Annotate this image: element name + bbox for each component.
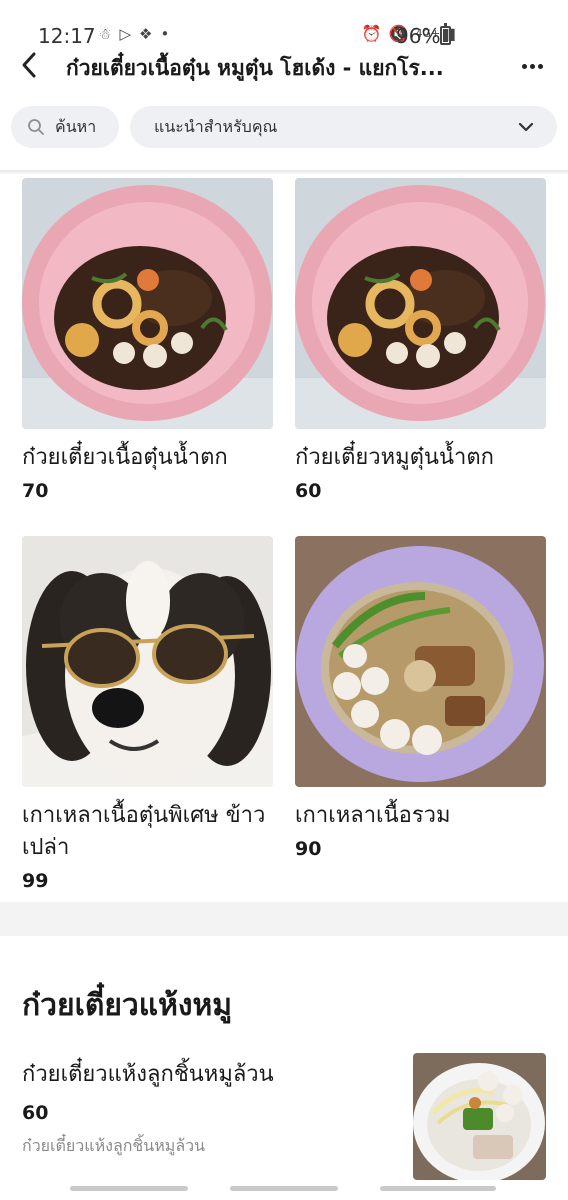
noodle-bowl-image <box>295 178 546 429</box>
nav-gesture-handle[interactable] <box>380 1186 496 1191</box>
menu-item-price: 60 <box>295 480 322 502</box>
soup-bowl-image <box>295 536 546 787</box>
list-item-name: ก๋วยเตี๋ยวแห้งลูกชิ้นหมูล้วน <box>22 1062 274 1087</box>
notification-icon: ☃ <box>98 25 112 43</box>
section-title: ก๋วยเตี๋ยวแห้งหมู <box>22 988 233 1023</box>
menu-item-price: 90 <box>295 838 322 860</box>
status-notification-icons: ☃ ▷ ❖ • <box>98 25 169 43</box>
alarm-icon: ⏰ <box>361 24 382 43</box>
noodle-bowl-image <box>22 178 273 429</box>
menu-photo-boat-noodle <box>295 178 546 429</box>
back-button[interactable] <box>14 46 46 84</box>
menu-item-name: ก๋วยเตี๋ยวหมูตุ๋นน้ำตก <box>295 445 494 470</box>
menu-card[interactable]: ก๋วยเตี๋ยวเนื้อตุ๋นน้ำตก 70 <box>22 178 273 502</box>
dot-icon: • <box>160 25 170 43</box>
chevron-down-icon <box>518 122 534 132</box>
filter-bar: ค้นหา แนะนำสำหรับคุณ <box>0 104 568 150</box>
back-arrow-icon <box>22 52 36 78</box>
list-item[interactable]: ก๋วยเตี๋ยวแห้งลูกชิ้นหมูล้วน 60 ก๋วยเตี๋… <box>0 1052 568 1200</box>
sort-selected-value: แนะนำสำหรับคุณ <box>154 116 278 136</box>
search-icon <box>28 119 44 135</box>
header-shadow <box>0 170 568 175</box>
section-divider <box>0 902 568 936</box>
navigation-icon: ❖ <box>139 25 153 43</box>
menu-item-price: 70 <box>22 480 49 502</box>
list-item-description: ก๋วยเตี๋ยวแห้งลูกชิ้นหมูล้วน <box>22 1136 206 1155</box>
menu-photo-dog <box>22 536 273 787</box>
list-item-photo <box>413 1053 546 1180</box>
menu-card[interactable]: เกาเหลาเนื้อรวม 90 <box>295 536 546 860</box>
menu-item-name: ก๋วยเตี๋ยวเนื้อตุ๋นน้ำตก <box>22 445 228 470</box>
menu-item-price: 99 <box>22 870 49 892</box>
menu-card[interactable]: ก๋วยเตี๋ยวหมูตุ๋นน้ำตก 60 <box>295 178 546 502</box>
store-title: ก๋วยเตี๋ยวเนื้อตุ๋น หมูตุ๋น โฮเด้ง - แยก… <box>66 56 444 80</box>
dog-sunglasses-image <box>22 536 273 787</box>
search-button[interactable]: ค้นหา <box>11 106 119 148</box>
battery-icon <box>440 23 451 45</box>
list-item-price: 60 <box>22 1102 49 1124</box>
more-horizontal-icon <box>521 63 527 69</box>
menu-card[interactable]: เกาเหลาเนื้อตุ๋นพิเศษ ข้าวเปล่า 99 <box>22 536 273 892</box>
app-header: ก๋วยเตี๋ยวเนื้อตุ๋น หมูตุ๋น โฮเด้ง - แยก… <box>0 44 568 90</box>
sort-dropdown[interactable]: แนะนำสำหรับคุณ <box>130 106 557 148</box>
menu-item-name: เกาเหลาเนื้อรวม <box>295 803 451 828</box>
menu-photo-boat-noodle <box>22 178 273 429</box>
nav-gesture-handle[interactable] <box>70 1186 188 1191</box>
more-button[interactable] <box>514 48 550 84</box>
nav-gesture-handle[interactable] <box>230 1186 338 1191</box>
menu-photo-clear-soup <box>295 536 546 787</box>
dry-noodle-image <box>413 1053 546 1180</box>
search-label: ค้นหา <box>55 116 97 136</box>
menu-item-name: เกาเหลาเนื้อตุ๋นพิเศษ ข้าวเปล่า <box>22 803 266 860</box>
play-store-icon: ▷ <box>119 25 131 43</box>
